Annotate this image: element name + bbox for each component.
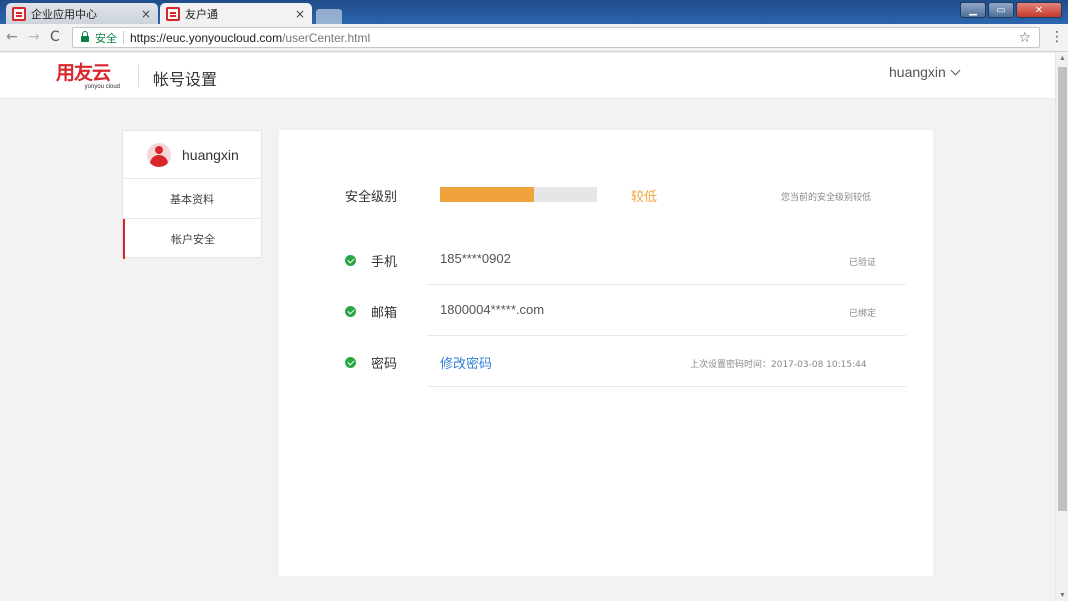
yonyou-favicon-icon: [12, 6, 26, 21]
email-label: 邮箱: [371, 306, 398, 321]
new-tab-button[interactable]: [316, 9, 342, 24]
url-path: /userCenter.html: [282, 30, 371, 45]
page-scrollbar[interactable]: ▲ ▼: [1055, 53, 1068, 601]
tab-close-icon[interactable]: ×: [294, 7, 306, 21]
account-security-panel: 安全级别 较低 您当前的安全级别较低 手机 185****0902 已验证 邮箱…: [279, 130, 933, 576]
row-divider: [427, 284, 906, 285]
maximize-button[interactable]: ▭: [988, 2, 1014, 18]
profile-name: huangxin: [182, 146, 239, 163]
browser-toolbar: ← → C 安全 https://euc.yonyoucloud.com/use…: [0, 24, 1068, 52]
phone-status: 已验证: [849, 258, 877, 268]
user-menu-name: huangxin: [889, 64, 946, 80]
verified-check-icon: [345, 255, 356, 266]
user-menu[interactable]: huangxin: [889, 64, 961, 80]
tab-yonyou-account[interactable]: 友户通 ×: [160, 3, 312, 24]
profile-summary: huangxin: [123, 131, 261, 179]
row-divider: [427, 386, 906, 387]
browser-titlebar: 企业应用中心 × 友户通 × ▁ ▭ ✕: [0, 0, 1068, 24]
site-header: 用友云 yonyou cloud 帐号设置 huangxin: [0, 53, 1055, 99]
forward-arrow-icon[interactable]: →: [28, 29, 40, 45]
secure-label: 安全: [95, 31, 117, 45]
security-level-bar: [440, 187, 597, 202]
browser-menu-icon[interactable]: ⋮: [1050, 28, 1064, 45]
page-title: 帐号设置: [153, 70, 218, 89]
url-host: https://euc.yonyoucloud.com: [130, 30, 283, 45]
email-status: 已绑定: [849, 309, 877, 319]
email-value: 1800004*****.com: [440, 302, 545, 317]
back-arrow-icon[interactable]: ←: [6, 29, 18, 45]
tab-title: 企业应用中心: [31, 7, 97, 21]
account-sidebar: huangxin 基本资料 帐户安全: [122, 130, 262, 259]
security-level-value: 较低: [631, 190, 658, 205]
logo-text: 用友云: [56, 62, 111, 84]
address-divider: [123, 31, 124, 44]
security-level-fill: [440, 187, 535, 202]
tab-close-icon[interactable]: ×: [140, 7, 152, 21]
yonyou-favicon-icon: [166, 6, 180, 21]
password-label: 密码: [371, 357, 398, 372]
header-divider: [138, 65, 139, 87]
phone-value: 185****0902: [440, 251, 511, 266]
lock-icon: [81, 31, 89, 42]
phone-label: 手机: [371, 255, 398, 270]
yonyou-cloud-logo[interactable]: 用友云 yonyou cloud: [56, 62, 122, 91]
reload-icon[interactable]: C: [50, 29, 60, 45]
close-window-button[interactable]: ✕: [1016, 2, 1062, 18]
address-bar[interactable]: 安全 https://euc.yonyoucloud.com/userCente…: [72, 27, 1040, 48]
chevron-down-icon: [950, 65, 961, 75]
scrollbar-thumb[interactable]: [1058, 67, 1067, 511]
bookmark-star-icon[interactable]: ☆: [1018, 29, 1031, 46]
security-level-hint: 您当前的安全级别较低: [781, 193, 872, 203]
logo-subtext: yonyou cloud: [84, 84, 120, 90]
tab-title: 友户通: [185, 7, 218, 21]
page-content: 用友云 yonyou cloud 帐号设置 huangxin huangxin …: [0, 53, 1055, 601]
scroll-up-arrow-icon[interactable]: ▲: [1059, 55, 1066, 62]
sidebar-item-account-security[interactable]: 帐户安全: [123, 219, 261, 259]
minimize-button[interactable]: ▁: [960, 2, 986, 18]
scroll-down-arrow-icon[interactable]: ▼: [1059, 592, 1066, 599]
security-level-label: 安全级别: [345, 190, 398, 205]
row-divider: [427, 335, 906, 336]
sidebar-item-basic-info[interactable]: 基本资料: [123, 179, 261, 219]
verified-check-icon: [345, 357, 356, 368]
user-avatar-icon: [147, 142, 171, 167]
change-password-link[interactable]: 修改密码: [440, 353, 492, 372]
tab-enterprise-app-center[interactable]: 企业应用中心 ×: [6, 3, 158, 24]
verified-check-icon: [345, 306, 356, 317]
password-last-set-time: 上次设置密码时间：2017-03-08 10:15:44: [690, 360, 867, 370]
